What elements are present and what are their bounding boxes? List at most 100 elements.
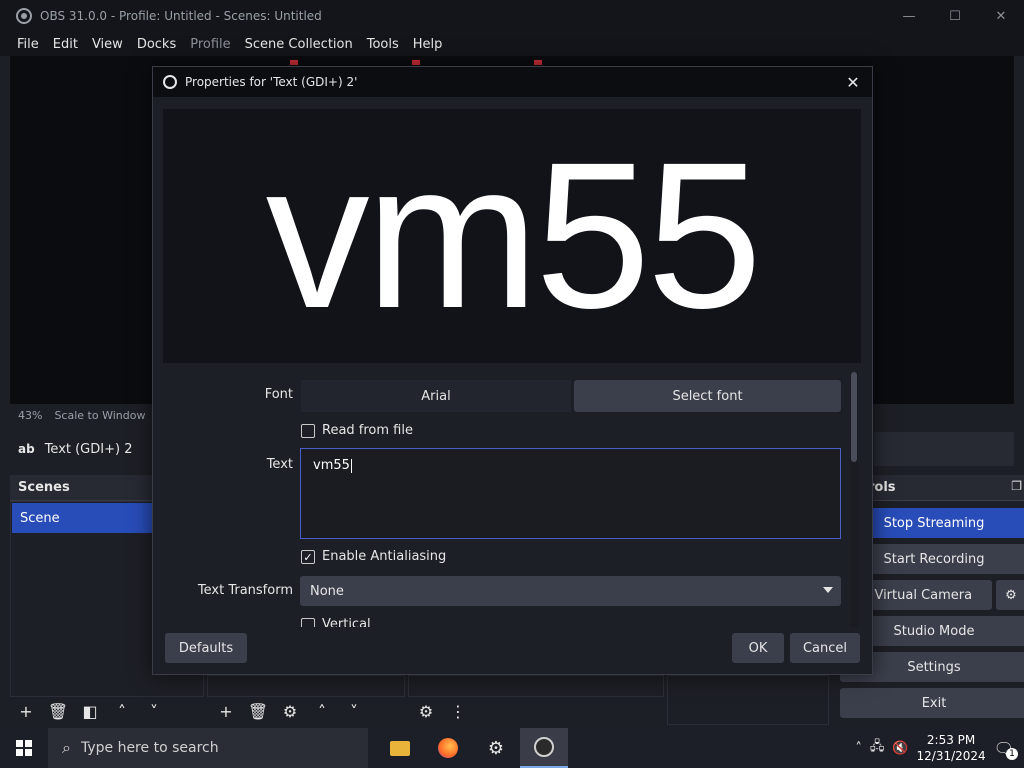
source-toolbar: [874, 432, 1014, 466]
clipped-option-row: Vertical: [300, 617, 700, 627]
menu-bar: File Edit View Docks Profile Scene Colle…: [0, 32, 1024, 56]
taskbar-search[interactable]: ⌕ Type here to search: [48, 728, 368, 768]
more-options-icon[interactable]: ⋮: [448, 701, 468, 721]
remove-scene-icon[interactable]: 🗑: [48, 701, 68, 721]
antialiasing-checkbox[interactable]: ✓: [301, 550, 315, 564]
search-placeholder: Type here to search: [80, 740, 219, 756]
menu-profile[interactable]: Profile: [183, 37, 237, 52]
text-transform-select[interactable]: None: [300, 576, 841, 606]
menu-docks[interactable]: Docks: [130, 37, 183, 52]
obs-logo-icon: [16, 8, 32, 24]
scene-item[interactable]: Scene: [12, 503, 152, 533]
settings-icon[interactable]: ⚙: [472, 728, 520, 768]
start-button[interactable]: [0, 728, 48, 768]
obs-app: OBS 31.0.0 - Profile: Untitled - Scenes:…: [0, 0, 1024, 768]
undock-icon[interactable]: ❐: [1011, 479, 1022, 493]
font-value: Arial: [301, 380, 571, 412]
file-explorer-icon[interactable]: [376, 728, 424, 768]
text-input-value: vm55: [313, 458, 350, 473]
select-font-button[interactable]: Select font: [574, 380, 841, 412]
menu-help[interactable]: Help: [406, 37, 450, 52]
dialog-title-bar: Properties for 'Text (GDI+) 2' ✕: [153, 67, 872, 97]
scale-mode[interactable]: Scale to Window: [54, 409, 145, 422]
window-title: OBS 31.0.0 - Profile: Untitled - Scenes:…: [40, 9, 322, 23]
move-up-icon[interactable]: ˄: [312, 701, 332, 721]
network-icon[interactable]: 🖧: [870, 737, 885, 759]
firefox-icon[interactable]: [424, 728, 472, 768]
dialog-title: Properties for 'Text (GDI+) 2': [185, 75, 358, 89]
menu-edit[interactable]: Edit: [46, 37, 85, 52]
source-handle[interactable]: [290, 60, 298, 65]
preview-text: vm55: [265, 120, 763, 352]
move-down-icon[interactable]: ˅: [344, 701, 364, 721]
selected-source-name: Text (GDI+) 2: [44, 441, 133, 457]
obs-icon[interactable]: [520, 728, 568, 768]
scenes-toolbar: + 🗑 ◧ ˄ ˅: [16, 698, 164, 724]
chevron-down-icon: [823, 587, 833, 593]
font-label: Font: [264, 387, 293, 402]
sources-toolbar: + 🗑 ⚙ ˄ ˅: [216, 698, 364, 724]
source-handle[interactable]: [534, 60, 542, 65]
sources-dock: [207, 675, 405, 697]
antialiasing-label: Enable Antialiasing: [322, 549, 447, 564]
move-down-icon[interactable]: ˅: [144, 701, 164, 721]
scrollbar-thumb[interactable]: [851, 372, 857, 462]
menu-scene-collection[interactable]: Scene Collection: [238, 37, 360, 52]
mixer-toolbar: ⚙ ⋮: [416, 698, 468, 724]
close-icon[interactable]: ✕: [842, 71, 864, 93]
properties-dialog: Properties for 'Text (GDI+) 2' ✕ vm55 Fo…: [152, 66, 873, 675]
scene-item-label: Scene: [20, 510, 60, 526]
controls-dock-header: rols ❐: [860, 475, 1024, 501]
maximize-button[interactable]: ☐: [932, 0, 978, 32]
text-cursor: [350, 458, 352, 473]
text-transform-label: Text Transform: [197, 583, 293, 598]
remove-source-icon[interactable]: 🗑: [248, 701, 268, 721]
selected-source-bar: ab Text (GDI+) 2: [10, 430, 160, 468]
ok-button[interactable]: OK: [732, 633, 784, 663]
chevron-up-icon[interactable]: ˄: [855, 741, 862, 756]
defaults-button[interactable]: Defaults: [165, 633, 247, 663]
source-properties-icon[interactable]: ⚙: [280, 701, 300, 721]
text-source-icon: ab: [18, 442, 35, 456]
move-up-icon[interactable]: ˄: [112, 701, 132, 721]
menu-view[interactable]: View: [85, 37, 130, 52]
vertical-checkbox[interactable]: [301, 618, 315, 627]
scene-filters-icon[interactable]: ◧: [80, 701, 100, 721]
text-input[interactable]: vm55: [300, 448, 841, 539]
zoom-level: 43%: [18, 408, 43, 422]
title-bar: OBS 31.0.0 - Profile: Untitled - Scenes:…: [0, 0, 1024, 32]
read-from-file-label: Read from file: [322, 423, 413, 438]
scenes-dock-title: Scenes: [18, 480, 70, 495]
menu-file[interactable]: File: [10, 37, 46, 52]
add-scene-icon[interactable]: +: [16, 701, 36, 721]
vertical-label: Vertical: [322, 617, 371, 627]
close-window-button[interactable]: ✕: [978, 0, 1024, 32]
windows-taskbar: ⌕ Type here to search ⚙ ˄ 🖧 🔇 2:53 PM 12…: [0, 728, 1024, 768]
clock[interactable]: 2:53 PM 12/31/2024: [917, 732, 986, 764]
clock-time: 2:53 PM: [926, 733, 976, 747]
read-from-file-checkbox[interactable]: [301, 424, 315, 438]
text-transform-value: None: [310, 583, 344, 599]
cancel-button[interactable]: Cancel: [790, 633, 860, 663]
text-label: Text: [266, 457, 293, 472]
menu-tools[interactable]: Tools: [360, 37, 406, 52]
text-preview: vm55: [163, 109, 861, 363]
notifications-icon[interactable]: 🗨 1: [994, 739, 1018, 760]
notification-count: 1: [1006, 747, 1018, 760]
system-tray: ˄ 🖧 🔇 2:53 PM 12/31/2024 🗨 1: [855, 728, 1024, 768]
volume-muted-icon[interactable]: 🔇: [892, 741, 908, 756]
audio-mixer-dock: [408, 675, 664, 697]
add-source-icon[interactable]: +: [216, 701, 236, 721]
source-handle[interactable]: [412, 60, 420, 65]
scenes-dock-header: Scenes: [10, 475, 152, 501]
properties-scrollbar[interactable]: [850, 372, 858, 627]
font-name: Arial: [421, 388, 451, 404]
transitions-dock: [667, 675, 829, 725]
search-icon: ⌕: [62, 738, 71, 757]
windows-logo-icon: [16, 740, 32, 756]
minimize-button[interactable]: —: [886, 0, 932, 32]
exit-button[interactable]: Exit: [840, 688, 1024, 718]
clock-date: 12/31/2024: [916, 749, 986, 763]
advanced-audio-icon[interactable]: ⚙: [416, 701, 436, 721]
virtual-camera-settings-icon[interactable]: ⚙: [996, 580, 1024, 610]
